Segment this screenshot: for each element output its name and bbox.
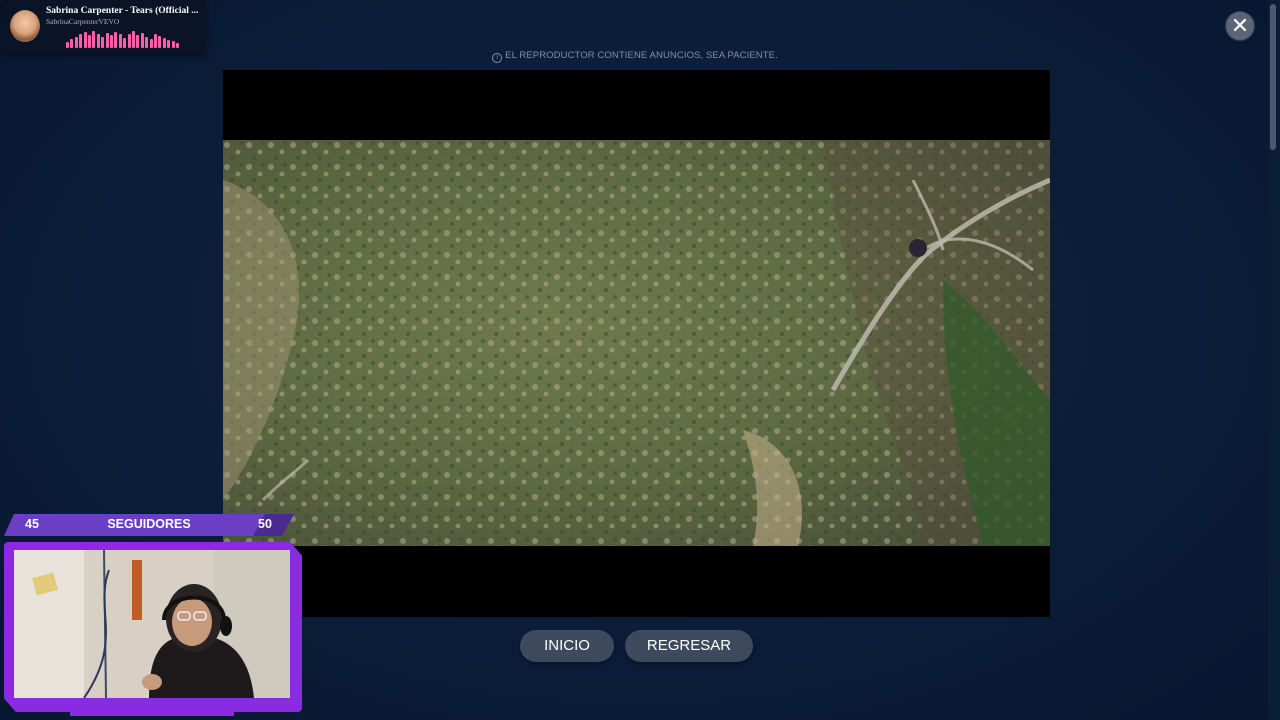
visualizer-bar: [145, 37, 149, 48]
webcam-frame-tab: [70, 706, 234, 716]
follower-goal-target: 50: [258, 517, 272, 531]
visualizer-bar: [167, 40, 171, 48]
ad-notice: i EL REPRODUCTOR CONTIENE ANUNCIOS, SEA P…: [0, 50, 1270, 63]
visualizer-bar: [101, 37, 105, 48]
visualizer-bar: [110, 35, 113, 48]
follower-goal-label: SEGUIDORES: [107, 517, 191, 531]
visualizer-bar: [136, 35, 140, 48]
inicio-button[interactable]: INICIO: [520, 630, 614, 662]
visualizer-bar: [83, 32, 87, 48]
visualizer-bar: [88, 35, 91, 48]
scrollbar-thumb[interactable]: [1270, 4, 1276, 150]
visualizer-bar: [149, 39, 153, 48]
visualizer-bar: [132, 31, 135, 48]
audio-visualizer: [66, 30, 182, 48]
webcam-feed: [14, 550, 290, 698]
info-icon: i: [492, 53, 503, 63]
visualizer-bar: [105, 33, 109, 48]
visualizer-bar: [171, 41, 175, 48]
now-playing-widget: Sabrina Carpenter - Tears (Official ... …: [2, 0, 206, 54]
visualizer-bar: [79, 34, 83, 48]
close-icon: ✕: [1230, 13, 1250, 38]
visualizer-bar: [127, 34, 131, 48]
video-frame[interactable]: [223, 140, 1050, 546]
visualizer-bar: [118, 34, 122, 48]
ad-notice-text: EL REPRODUCTOR CONTIENE ANUNCIOS, SEA PA…: [505, 50, 778, 61]
visualizer-bar: [114, 32, 118, 48]
follower-goal-bar: 45 SEGUIDORES 50: [4, 514, 294, 536]
visualizer-bar: [66, 42, 69, 48]
visualizer-bar: [123, 38, 127, 48]
close-button[interactable]: ✕: [1226, 12, 1254, 40]
visualizer-bar: [158, 36, 162, 48]
visualizer-bar: [74, 37, 78, 48]
visualizer-bar: [140, 33, 144, 48]
now-playing-channel: SabrinaCarpenterVEVO: [46, 17, 120, 26]
visualizer-bar: [92, 31, 96, 48]
now-playing-title: Sabrina Carpenter - Tears (Official ...: [46, 6, 199, 16]
visualizer-bar: [162, 38, 166, 48]
artist-avatar: [10, 10, 40, 42]
visualizer-bar: [154, 34, 157, 48]
regresar-button[interactable]: REGRESAR: [625, 630, 753, 662]
visualizer-bar: [70, 39, 74, 48]
visualizer-bar: [96, 34, 100, 48]
visualizer-bar: [176, 43, 179, 48]
